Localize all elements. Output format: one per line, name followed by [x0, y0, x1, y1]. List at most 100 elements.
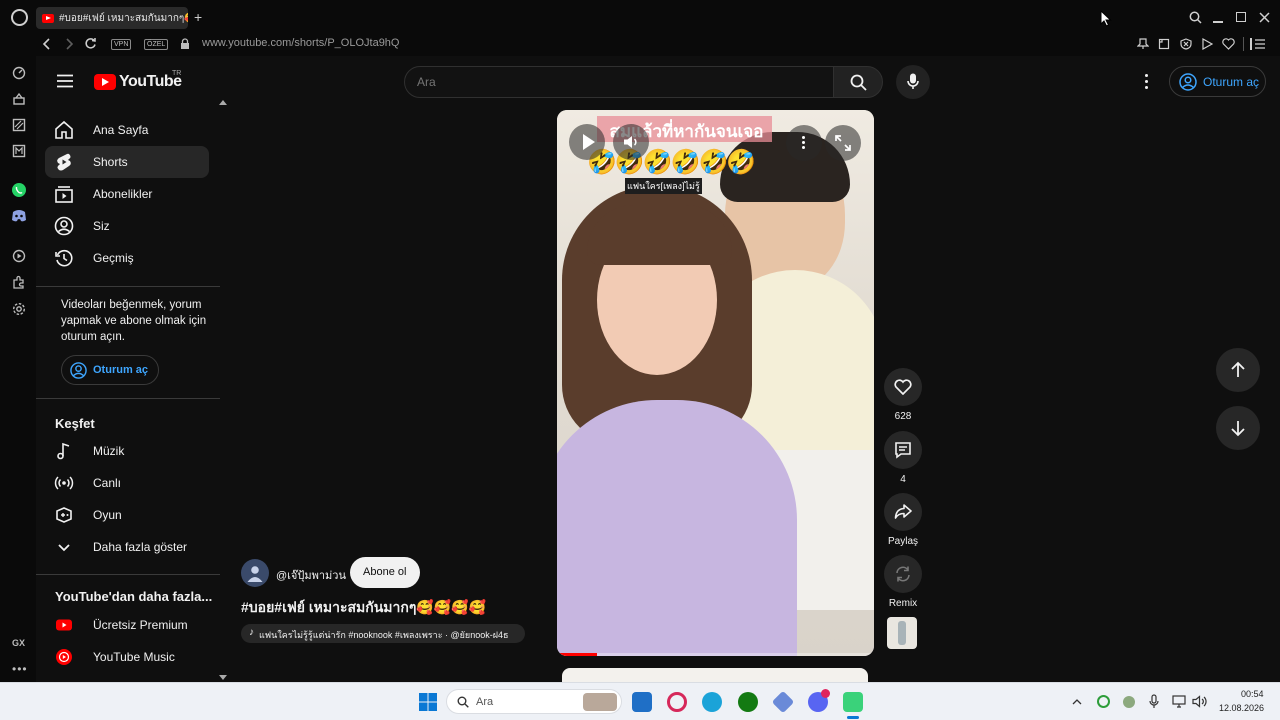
search-tabs-icon[interactable] [1189, 11, 1202, 24]
previous-short-button[interactable] [1216, 348, 1260, 392]
nav-item-shorts[interactable]: Shorts [45, 146, 209, 178]
windows-start-icon[interactable] [419, 693, 437, 711]
sound-thumbnail[interactable] [887, 617, 917, 649]
search-input[interactable] [405, 67, 833, 97]
subscribe-label: Abone ol [363, 566, 407, 578]
extensions-icon[interactable] [12, 275, 26, 289]
snapshot-icon[interactable] [1158, 38, 1170, 50]
nav-label: Abonelikler [93, 187, 153, 201]
comment-count: 4 [900, 474, 906, 485]
chevron-down-icon [58, 544, 70, 552]
lock-icon[interactable] [180, 38, 190, 50]
like-button[interactable] [884, 368, 922, 406]
adblock-icon[interactable] [1180, 38, 1192, 50]
close-window-icon[interactable] [1259, 12, 1270, 23]
network-icon[interactable] [1172, 695, 1186, 708]
music-pill[interactable]: ♪ แฟนใครไม่รู้รู้แต่น่ารัก #nooknook #เพ… [241, 624, 525, 643]
channel-name[interactable]: @เจ๊ปุ้มพาม่วน [276, 566, 346, 584]
whatsapp-icon[interactable] [11, 182, 27, 198]
tab-title: #บอย#เฟย์ เหมาะสมกันมากๆ🥰🥰 [59, 12, 188, 24]
avatar-person-icon [247, 566, 263, 582]
nav-item-subscriptions[interactable]: Abonelikler [45, 178, 209, 210]
video-more-button[interactable] [786, 125, 822, 161]
tray-microphone-icon[interactable] [1149, 694, 1159, 709]
new-tab-button[interactable]: + [194, 9, 202, 25]
nav-item-youtube-music[interactable]: YouTube Music [45, 641, 209, 673]
gx-mods-icon[interactable] [12, 144, 26, 158]
account-icon [1179, 73, 1197, 91]
woman-figure [557, 185, 817, 656]
next-short-preview[interactable] [562, 668, 868, 682]
settings-menu-icon[interactable] [1145, 74, 1149, 90]
subscribe-button[interactable]: Abone ol [350, 557, 420, 588]
fullscreen-button[interactable] [825, 125, 861, 161]
progress-track[interactable] [557, 653, 874, 656]
channel-avatar[interactable] [241, 559, 269, 587]
clock-time[interactable]: 00:54 [1241, 689, 1264, 699]
taskbar-search[interactable]: Ara [446, 689, 622, 714]
search-icon [850, 74, 867, 91]
settings-gear-icon[interactable] [12, 302, 26, 316]
forward-icon[interactable] [64, 38, 74, 50]
gx-control-icon[interactable] [12, 92, 26, 106]
browser-tab-active[interactable]: #บอย#เฟย์ เหมาะสมกันมากๆ🥰🥰 [36, 7, 188, 29]
tab-list-icon[interactable] [1250, 38, 1252, 50]
pin-icon[interactable] [1137, 38, 1149, 50]
tray-status-icon[interactable] [1123, 696, 1135, 708]
fullscreen-icon [835, 135, 851, 151]
play-button[interactable] [569, 124, 605, 160]
comment-icon [895, 442, 911, 459]
volume-button[interactable] [613, 124, 649, 160]
app-diamond-icon[interactable] [771, 690, 795, 714]
signin-button-sidebar[interactable]: Oturum aç [61, 355, 159, 385]
opera-gx-taskbar-icon[interactable] [667, 692, 687, 712]
easy-setup-icon[interactable] [1254, 38, 1266, 50]
signin-button-header[interactable]: Oturum aç [1169, 66, 1266, 97]
clock-date[interactable]: 12.08.2026 [1219, 703, 1264, 713]
tray-chevron-up-icon[interactable] [1072, 698, 1082, 705]
scroll-up-arrow-icon[interactable] [219, 100, 227, 105]
vpn-badge[interactable]: VPN [111, 39, 132, 50]
arrow-up-icon [1231, 361, 1245, 377]
short-video-player[interactable]: สมแล้วที่หากันจนเจอ 🤣🤣🤣🤣🤣🤣 แฟนใคร[เพลง]ไ… [557, 110, 874, 656]
nav-item-history[interactable]: Geçmiş [45, 242, 209, 274]
address-bar: VPN ÖZEL www.youtube.com/shorts/P_OLOJta… [36, 34, 1280, 56]
nav-item-you[interactable]: Siz [45, 210, 209, 242]
opera-menu-icon[interactable] [11, 9, 28, 26]
divider [36, 286, 220, 287]
volume-tray-icon[interactable] [1192, 695, 1207, 708]
speed-dial-icon[interactable] [12, 66, 26, 80]
url-text[interactable]: www.youtube.com/shorts/P_OLOJta9hQ [202, 37, 399, 49]
tray-sync-icon[interactable] [1097, 695, 1110, 708]
next-short-button[interactable] [1216, 406, 1260, 450]
comments-button[interactable] [884, 431, 922, 469]
discord-icon[interactable] [11, 209, 27, 223]
player-icon[interactable] [12, 249, 26, 263]
scroll-down-arrow-icon[interactable] [219, 675, 227, 680]
android-app-icon[interactable] [843, 692, 863, 712]
nav-item-live[interactable]: Canlı [45, 467, 209, 499]
minimize-icon[interactable] [1213, 21, 1223, 23]
nav-item-home[interactable]: Ana Sayfa [45, 114, 209, 146]
heart-bookmark-icon[interactable] [1222, 38, 1235, 50]
browser-tab-bar: #บอย#เฟย์ เหมาะสมกันมากๆ🥰🥰 + [0, 0, 1280, 34]
nav-item-show-more[interactable]: Daha fazla göster [45, 531, 209, 563]
maximize-icon[interactable] [1236, 12, 1246, 22]
share-button[interactable] [884, 493, 922, 531]
nav-item-music[interactable]: Müzik [45, 435, 209, 467]
reload-icon[interactable] [84, 37, 97, 50]
voice-search-button[interactable] [896, 65, 930, 99]
search-button[interactable] [833, 66, 883, 98]
gx-corner-icon[interactable] [12, 118, 26, 132]
nav-item-premium[interactable]: Ücretsiz Premium [45, 609, 209, 641]
back-icon[interactable] [42, 38, 52, 50]
edge-icon[interactable] [702, 692, 722, 712]
more-options-icon[interactable]: ••• [12, 662, 28, 676]
xbox-icon[interactable] [738, 692, 758, 712]
nav-item-gaming[interactable]: Oyun [45, 499, 209, 531]
arrow-down-icon [1231, 421, 1245, 437]
remix-button[interactable] [884, 555, 922, 593]
send-icon[interactable] [1201, 38, 1213, 50]
file-explorer-icon[interactable] [632, 692, 652, 712]
mouse-cursor-icon [1100, 10, 1112, 27]
